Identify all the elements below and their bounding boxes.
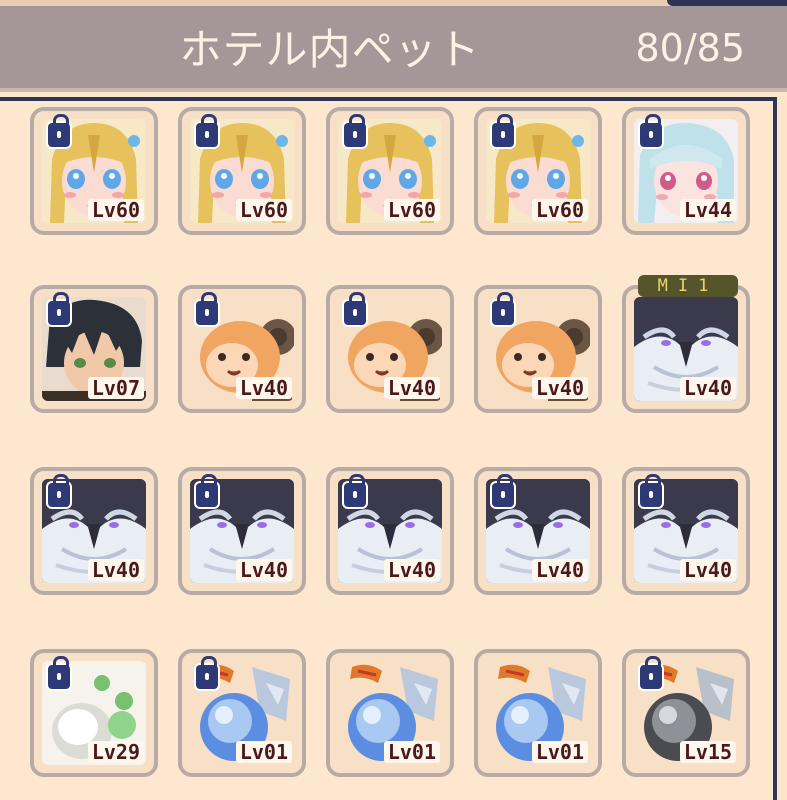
lock-icon xyxy=(194,114,220,149)
pet-card[interactable]: Lv40 xyxy=(326,467,454,595)
lock-icon xyxy=(342,474,368,509)
pet-level: Lv01 xyxy=(235,741,292,763)
lock-icon xyxy=(194,292,220,327)
pet-card[interactable]: Lv01 xyxy=(178,649,306,777)
pet-level: Lv07 xyxy=(87,377,144,399)
pet-card[interactable]: Lv40 xyxy=(622,467,750,595)
pet-card[interactable]: Lv40 xyxy=(178,467,306,595)
pet-count: 80/85 xyxy=(635,26,745,70)
pet-level: Lv29 xyxy=(87,741,144,763)
page-title: ホテル内ペット xyxy=(179,25,481,74)
pet-level: Lv15 xyxy=(679,741,736,763)
pet-card[interactable]: Lv44 xyxy=(622,107,750,235)
pet-level: Lv60 xyxy=(87,199,144,221)
pet-card[interactable]: Lv01 xyxy=(474,649,602,777)
pet-card[interactable]: Lv15 xyxy=(622,649,750,777)
pet-card[interactable]: Lv29 xyxy=(30,649,158,777)
lock-icon xyxy=(490,474,516,509)
pet-level: Lv40 xyxy=(87,559,144,581)
lock-icon xyxy=(342,292,368,327)
pet-grid-panel: Lv60 Lv60 Lv60 Lv60 Lv44 Lv07 Lv40 Lv40 … xyxy=(0,97,777,800)
pet-card[interactable]: MI1 Lv40 xyxy=(622,275,750,413)
pet-card[interactable]: Lv40 xyxy=(474,467,602,595)
lock-icon xyxy=(46,114,72,149)
pet-level: Lv40 xyxy=(383,377,440,399)
pet-card[interactable]: Lv40 xyxy=(30,467,158,595)
pet-card[interactable]: Lv01 xyxy=(326,649,454,777)
pet-card[interactable]: Lv40 xyxy=(178,285,306,413)
pet-card[interactable]: Lv60 xyxy=(326,107,454,235)
pet-card[interactable]: Lv40 xyxy=(474,285,602,413)
lock-icon xyxy=(194,474,220,509)
pet-level: Lv40 xyxy=(235,377,292,399)
lock-icon xyxy=(46,656,72,691)
pet-card[interactable]: Lv07 xyxy=(30,285,158,413)
lock-icon xyxy=(342,114,368,149)
lock-icon xyxy=(490,114,516,149)
pet-badge: MI1 xyxy=(638,275,738,297)
header-bar: ホテル内ペット 80/85 xyxy=(0,6,787,92)
pet-level: Lv40 xyxy=(679,377,736,399)
pet-level: Lv40 xyxy=(235,559,292,581)
pet-card[interactable]: Lv60 xyxy=(178,107,306,235)
lock-icon xyxy=(194,656,220,691)
pet-level: Lv01 xyxy=(383,741,440,763)
lock-icon xyxy=(490,292,516,327)
pet-level: Lv60 xyxy=(235,199,292,221)
pet-level: Lv60 xyxy=(383,199,440,221)
lock-icon xyxy=(638,114,664,149)
pet-card[interactable]: Lv40 xyxy=(326,285,454,413)
pet-level: Lv01 xyxy=(531,741,588,763)
pet-card[interactable]: Lv60 xyxy=(474,107,602,235)
lock-icon xyxy=(638,656,664,691)
pet-level: Lv40 xyxy=(531,559,588,581)
pet-card[interactable]: Lv60 xyxy=(30,107,158,235)
lock-icon xyxy=(46,292,72,327)
pet-level: Lv40 xyxy=(679,559,736,581)
pet-level: Lv40 xyxy=(531,377,588,399)
pet-level: Lv44 xyxy=(679,199,736,221)
lock-icon xyxy=(638,474,664,509)
lock-icon xyxy=(46,474,72,509)
pet-level: Lv60 xyxy=(531,199,588,221)
pet-level: Lv40 xyxy=(383,559,440,581)
